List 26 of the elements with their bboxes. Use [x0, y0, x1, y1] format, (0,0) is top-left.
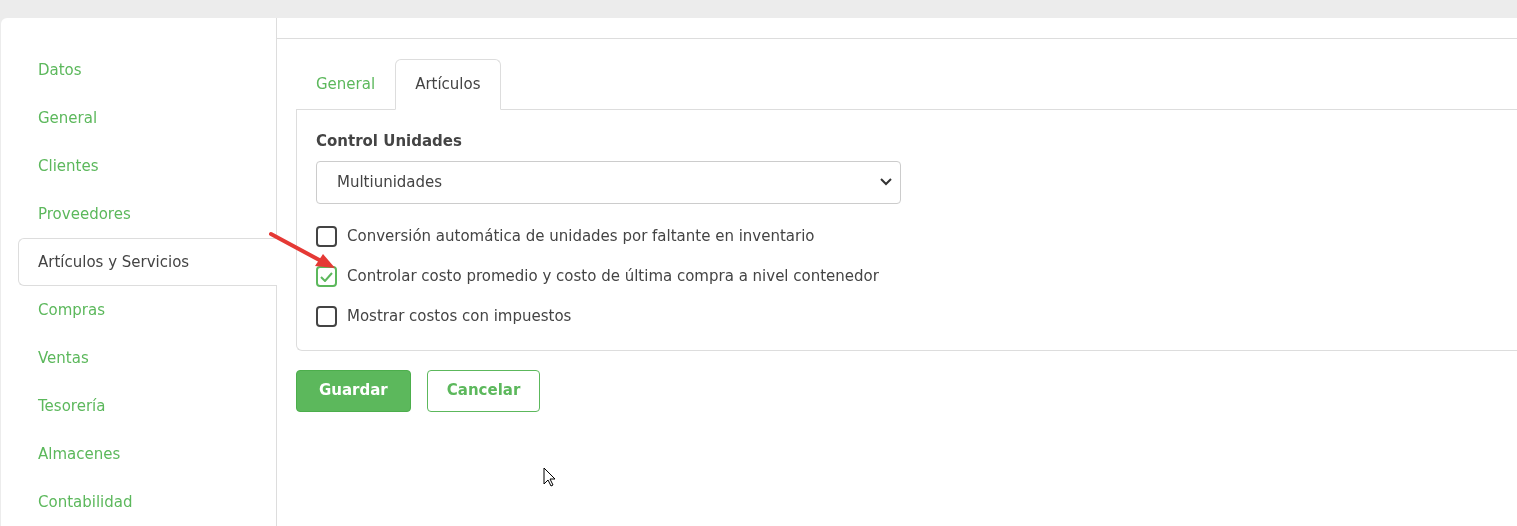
- save-button[interactable]: Guardar: [296, 369, 411, 412]
- sidebar-item[interactable]: Ventas: [18, 334, 276, 382]
- tab[interactable]: General: [296, 59, 396, 109]
- sidebar-item[interactable]: Datos: [18, 46, 276, 94]
- checkbox[interactable]: [316, 226, 337, 247]
- select-field[interactable]: Multiunidades: [316, 160, 901, 204]
- field-label: Control Unidades: [316, 131, 463, 152]
- sidebar-item[interactable]: Proveedores: [18, 189, 276, 238]
- check-icon: [320, 271, 333, 282]
- mouse-cursor-icon: [543, 467, 556, 487]
- sidebar-item[interactable]: Almacenes: [18, 429, 276, 478]
- cancel-button[interactable]: Cancelar: [426, 369, 541, 412]
- checkbox-label: Controlar costo promedio y costo de última compra a nivel contenedor: [347, 266, 879, 288]
- select-value: Multiunidades: [337, 171, 443, 193]
- sidebar-item[interactable]: Contabilidad: [18, 477, 276, 526]
- checkbox[interactable]: [316, 306, 337, 327]
- sidebar-item[interactable]: Tesorería: [18, 382, 276, 430]
- sidebar-item[interactable]: Compras: [18, 286, 276, 334]
- checkbox-label: Conversión automática de unidades por faltante en inventario: [347, 226, 815, 248]
- sidebar-item[interactable]: Artículos y Servicios: [18, 237, 277, 286]
- sidebar-item[interactable]: Clientes: [18, 141, 276, 190]
- checkbox-label: Mostrar costos con impuestos: [347, 306, 572, 328]
- annotation-arrow: [269, 231, 337, 269]
- tab[interactable]: Artículos: [395, 59, 501, 110]
- chevron-down-icon: [880, 178, 892, 186]
- sidebar-item[interactable]: General: [18, 94, 276, 142]
